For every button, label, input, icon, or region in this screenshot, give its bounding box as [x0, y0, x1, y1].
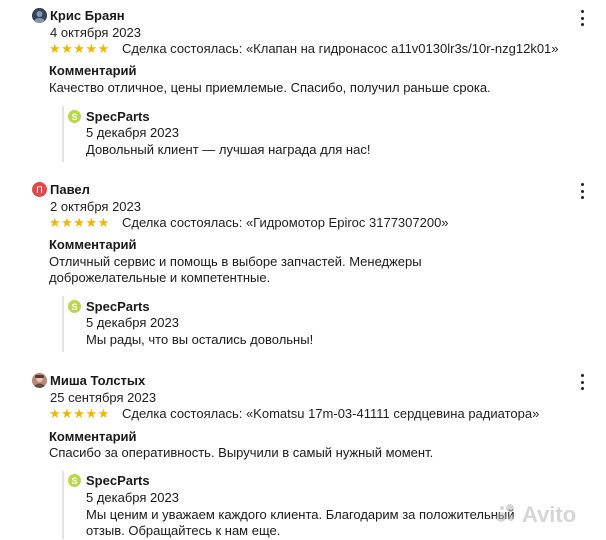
reply-text: Довольный клиент — лучшая награда для на…: [86, 142, 371, 157]
reply-date: 5 декабря 2023: [86, 315, 179, 330]
comment-title: Комментарий: [49, 237, 137, 252]
reply-text: Мы рады, что вы остались довольны!: [86, 332, 314, 347]
avito-watermark: Avito: [496, 502, 576, 528]
avatar[interactable]: П: [32, 182, 47, 197]
author-name[interactable]: Миша Толстых: [50, 373, 145, 388]
rating-stars: ★★★★★: [49, 41, 110, 56]
comment-title: Комментарий: [49, 429, 137, 444]
comment-text: Отличный сервис и помощь в выборе запчас…: [49, 254, 422, 285]
review-date: 25 сентября 2023: [50, 390, 157, 405]
author-name[interactable]: Павел: [50, 182, 90, 197]
seller-avatar[interactable]: S: [68, 300, 81, 313]
avatar[interactable]: [32, 8, 47, 23]
reply-divider: [62, 106, 64, 162]
deal-info: Сделка состоялась: «Гидромотор Epiroc 31…: [122, 215, 449, 230]
reply-divider: [62, 471, 64, 539]
comment-title: Комментарий: [49, 63, 137, 78]
reply-date: 5 декабря 2023: [86, 125, 179, 140]
reply-text: Мы ценим и уважаем каждого клиента. Благ…: [86, 507, 515, 538]
seller-name[interactable]: SpecParts: [86, 109, 150, 124]
seller-avatar[interactable]: S: [68, 110, 81, 123]
seller-avatar[interactable]: S: [68, 474, 81, 487]
more-options-icon[interactable]: [577, 10, 587, 26]
seller-name[interactable]: SpecParts: [86, 473, 150, 488]
rating-stars: ★★★★★: [49, 215, 110, 230]
avito-logo-icon: [496, 504, 518, 526]
seller-name[interactable]: SpecParts: [86, 299, 150, 314]
author-name[interactable]: Крис Браян: [50, 8, 125, 23]
comment-text: Спасибо за оперативность. Выручили в сам…: [49, 445, 434, 460]
avatar[interactable]: [32, 373, 47, 388]
deal-info: Сделка состоялась: «Клапан на гидронасос…: [122, 41, 559, 56]
comment-text: Качество отличное, цены приемлемые. Спас…: [49, 80, 491, 95]
reply-divider: [62, 296, 64, 352]
reply-date: 5 декабря 2023: [86, 490, 179, 505]
review-date: 4 октября 2023: [50, 25, 141, 40]
review-date: 2 октября 2023: [50, 199, 141, 214]
rating-stars: ★★★★★: [49, 406, 110, 421]
more-options-icon[interactable]: [577, 183, 587, 199]
deal-info: Сделка состоялась: «Komatsu 17m-03-41111…: [122, 406, 540, 421]
more-options-icon[interactable]: [577, 374, 587, 390]
avito-watermark-text: Avito: [522, 502, 577, 527]
